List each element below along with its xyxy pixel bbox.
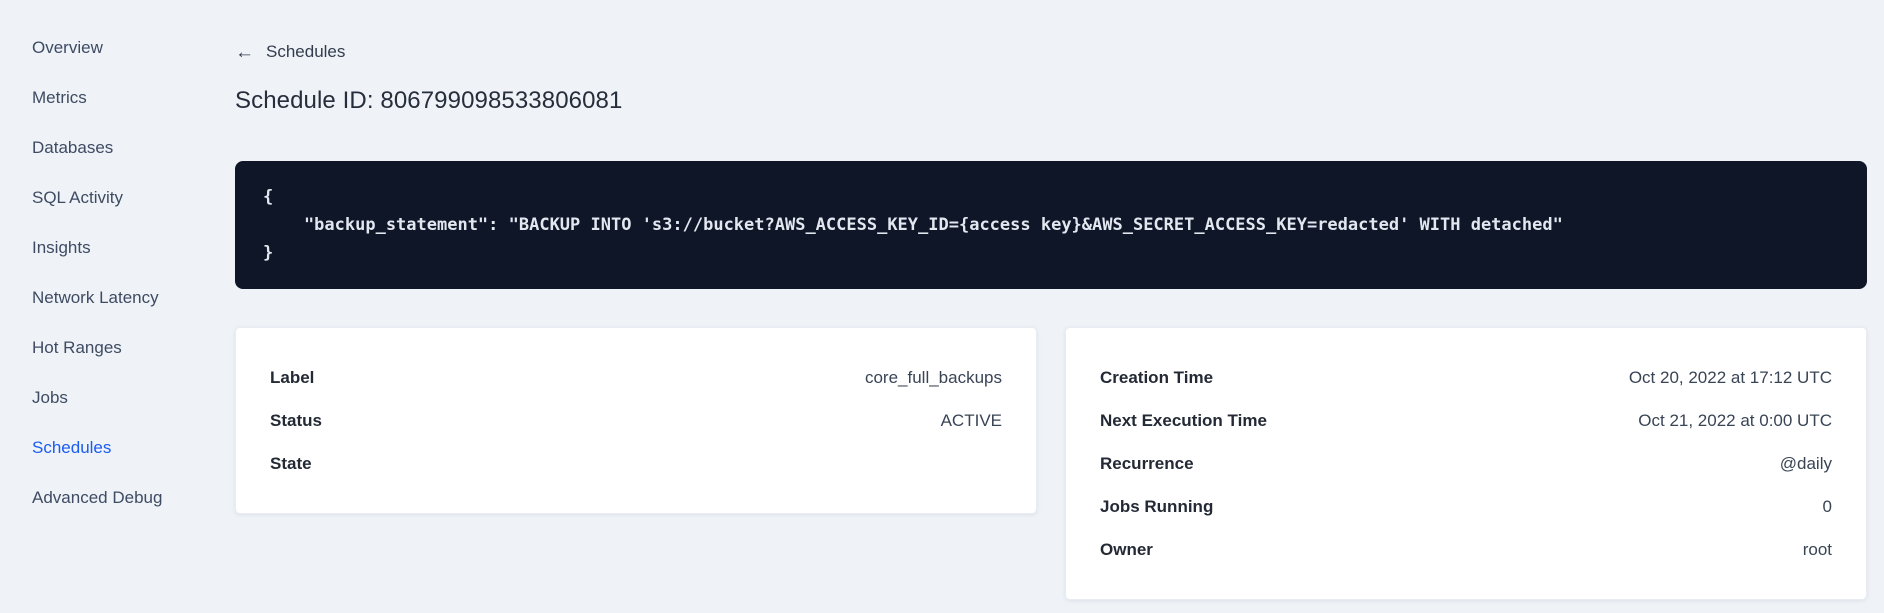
sidebar-item-metrics[interactable]: Metrics [0,73,235,123]
detail-row: Jobs Running 0 [1100,485,1832,528]
detail-value: Oct 20, 2022 at 17:12 UTC [1628,367,1832,387]
sidebar-item-label: Advanced Debug [32,488,163,507]
back-arrow-icon: ← [235,41,254,63]
main-content: ← Schedules Schedule ID: 806799098533806… [235,0,1867,600]
sidebar-item-label: Overview [32,38,103,57]
detail-row: Owner root [1100,528,1832,571]
detail-row: Status ACTIVE [270,399,1002,442]
sidebar-item-label: Jobs [32,388,68,407]
detail-row: Label core_full_backups [270,356,1002,399]
sidebar-item-network-latency[interactable]: Network Latency [0,273,235,323]
detail-label: Jobs Running [1100,496,1214,516]
sidebar-item-overview[interactable]: Overview [0,23,235,73]
code-line: } [263,243,274,263]
sidebar-item-label: Metrics [32,88,87,107]
sidebar-item-label: Databases [32,138,114,157]
sidebar-item-label: Hot Ranges [32,338,122,357]
detail-value: core_full_backups [864,367,1002,387]
page-title: Schedule ID: 806799098533806081 [235,87,623,114]
detail-row: Next Execution Time Oct 21, 2022 at 0:00… [1100,399,1832,442]
code-line: { [263,187,274,207]
detail-value: 0 [1822,496,1832,516]
sidebar-item-hot-ranges[interactable]: Hot Ranges [0,323,235,373]
sidebar-nav: Overview Metrics Databases SQL Activity … [0,23,235,523]
sidebar-item-label: Insights [32,238,91,257]
detail-row: Creation Time Oct 20, 2022 at 17:12 UTC [1100,356,1832,399]
detail-row: Recurrence @daily [1100,442,1832,485]
sidebar-item-advanced-debug[interactable]: Advanced Debug [0,473,235,523]
detail-cards: Label core_full_backups Status ACTIVE St… [235,327,1867,600]
schedule-summary-card: Label core_full_backups Status ACTIVE St… [235,327,1037,514]
detail-label: Label [270,367,315,387]
back-link[interactable]: ← Schedules [235,41,345,63]
schedule-timing-card: Creation Time Oct 20, 2022 at 17:12 UTC … [1065,327,1867,600]
detail-label: Recurrence [1100,453,1194,473]
detail-value: ACTIVE [940,410,1002,430]
code-line: "backup_statement": "BACKUP INTO 's3://b… [263,215,1563,235]
back-link-label: Schedules [266,42,346,61]
detail-label: Creation Time [1100,367,1214,387]
detail-row: State [270,442,1002,485]
sidebar-item-databases[interactable]: Databases [0,123,235,173]
detail-label: Next Execution Time [1100,410,1267,430]
sidebar-item-label: Schedules [32,438,112,457]
detail-label: State [270,453,312,473]
sidebar-item-label: SQL Activity [32,188,124,207]
schedule-definition-code: { "backup_statement": "BACKUP INTO 's3:/… [235,161,1867,289]
detail-value: Oct 21, 2022 at 0:00 UTC [1638,410,1832,430]
sidebar-item-schedules[interactable]: Schedules [0,423,235,473]
sidebar-item-jobs[interactable]: Jobs [0,373,235,423]
sidebar-item-sql-activity[interactable]: SQL Activity [0,173,235,223]
sidebar-item-insights[interactable]: Insights [0,223,235,273]
sidebar: Overview Metrics Databases SQL Activity … [0,0,235,613]
detail-label: Owner [1100,539,1153,559]
detail-value: root [1802,539,1832,559]
sidebar-item-label: Network Latency [32,288,159,307]
detail-value: @daily [1779,453,1832,473]
detail-label: Status [270,410,322,430]
